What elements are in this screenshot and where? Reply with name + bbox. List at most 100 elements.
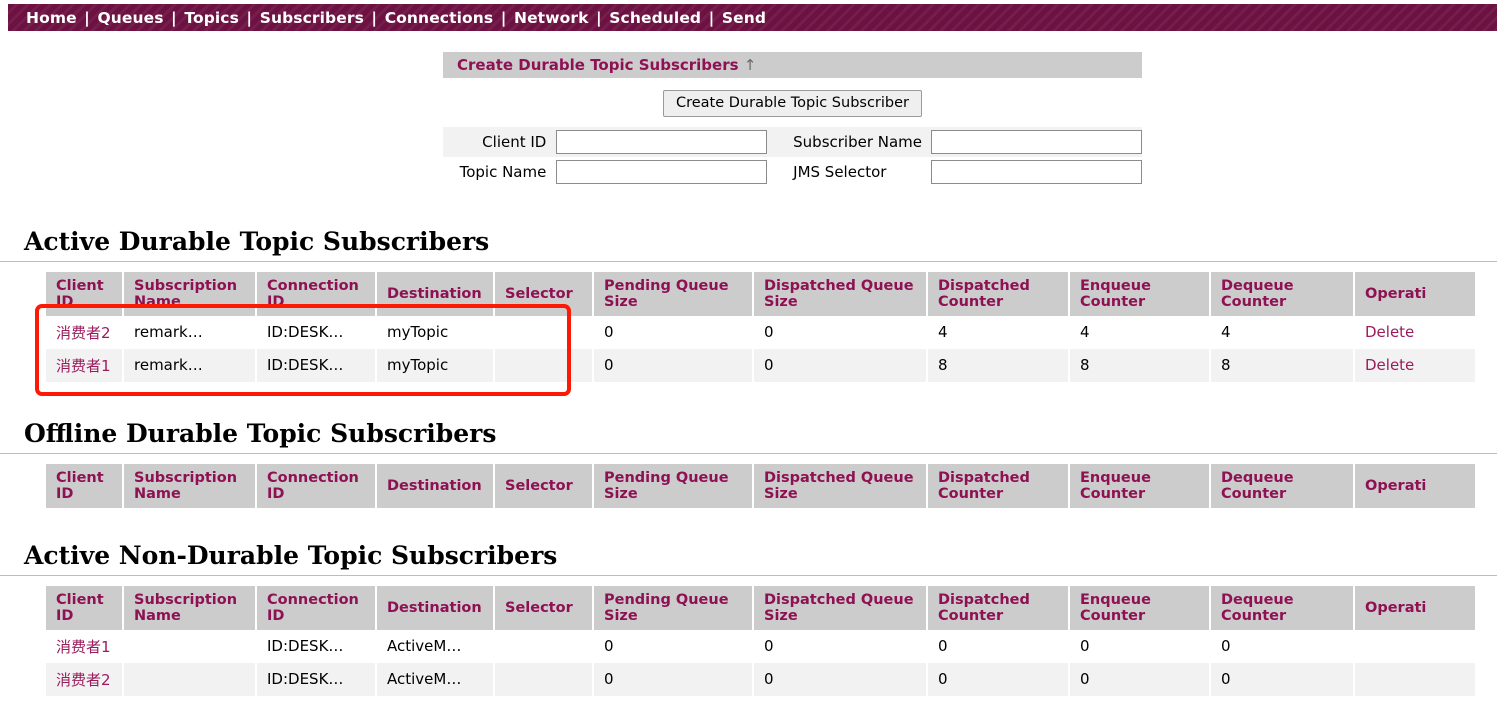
column-header-client-id: Client ID [46,585,122,630]
column-header-client-id: Client ID [46,463,122,508]
column-header-operation: Operati [1355,271,1475,316]
nav-link-scheduled[interactable]: Scheduled [609,9,701,27]
cell-destination: myTopic [377,348,493,382]
client-id-input[interactable] [556,130,768,154]
table-header-row: Client ID Subscription Name Connection ID D… [46,463,1475,508]
client-id-link[interactable]: 消费者2 [56,324,111,342]
cell-dispatched-counter: 0 [928,629,1068,663]
topic-name-field-cell [556,157,781,187]
nav-link-topics[interactable]: Topics [184,9,239,27]
active-durable-topic-subscribers-section: Active Durable Topic Subscribers Client I… [0,227,1497,382]
cell-enqueue-counter: 8 [1070,348,1209,382]
main-navigation-bar: Home | Queues | Topics | Subscribers | C… [8,4,1497,31]
column-header-connection-id: Connection ID [257,271,375,316]
nav-separator: | [365,8,383,27]
subscribers-table: Client ID Subscription Name Connection ID D… [44,271,1477,382]
cell-dispatched-queue-size: 0 [754,348,926,382]
cell-connection-id: ID:DESK… [257,629,375,663]
nav-link-connections[interactable]: Connections [385,9,494,27]
cell-operation: Delete [1355,348,1475,382]
client-id-link[interactable]: 消费者2 [56,671,111,689]
cell-dequeue-counter: 4 [1211,315,1353,349]
delete-link[interactable]: Delete [1365,323,1414,341]
subscriber-name-label: Subscriber Name [781,127,931,157]
cell-client-id: 消费者2 [46,662,122,696]
create-subscriber-form: Client ID Subscriber Name Topic Name JMS… [443,127,1142,187]
cell-selector [495,348,592,382]
cell-connection-id: ID:DESK… [257,348,375,382]
topic-name-label: Topic Name [459,163,547,181]
cell-client-id: 消费者2 [46,315,122,349]
collapse-up-arrow-icon[interactable]: ↑ [744,56,757,74]
subscriber-name-input[interactable] [931,130,1142,154]
cell-pending-queue-size: 0 [594,662,752,696]
column-header-destination: Destination [377,271,493,316]
nav-link-network[interactable]: Network [514,9,589,27]
jms-selector-field-cell [931,157,1142,187]
section-divider [0,260,1497,262]
column-header-subscription-name: Subscription Name [124,463,255,508]
nav-separator: | [590,8,608,27]
cell-client-id: 消费者1 [46,629,122,663]
nav-link-home[interactable]: Home [26,9,77,27]
client-id-link[interactable]: 消费者1 [56,357,111,375]
column-header-selector: Selector [495,271,592,316]
create-durable-topic-subscriber-button[interactable]: Create Durable Topic Subscriber [662,90,923,117]
client-id-field-cell [556,127,782,157]
cell-pending-queue-size: 0 [594,629,752,663]
subscribers-table: Client ID Subscription Name Connection ID D… [44,585,1477,696]
section-title: Active Durable Topic Subscribers [24,227,490,256]
create-panel-header[interactable]: Create Durable Topic Subscribers ↑ [443,52,1142,78]
column-header-dequeue-counter: Dequeue Counter [1211,585,1353,630]
jms-selector-label: JMS Selector [793,163,887,181]
table-header-row: Client ID Subscription Name Connection ID D… [46,271,1475,316]
column-header-dispatched-queue-size: Dispatched Queue Size [754,463,926,508]
nav-link-send[interactable]: Send [722,9,766,27]
column-header-destination: Destination [377,585,493,630]
cell-subscription-name: remark… [124,315,255,349]
delete-link[interactable]: Delete [1365,356,1414,374]
nav-link-subscribers[interactable]: Subscribers [260,9,364,27]
nav-link-queues[interactable]: Queues [97,9,163,27]
column-header-client-id: Client ID [46,271,122,316]
cell-connection-id: ID:DESK… [257,662,375,696]
create-panel-header-label: Create Durable Topic Subscribers [457,56,739,74]
cell-pending-queue-size: 0 [594,348,752,382]
cell-selector [495,662,592,696]
column-header-selector: Selector [495,463,592,508]
jms-selector-input[interactable] [931,160,1142,184]
column-header-connection-id: Connection ID [257,463,375,508]
nav-separator: | [78,8,96,27]
client-id-link[interactable]: 消费者1 [56,638,111,656]
cell-dispatched-queue-size: 0 [754,629,926,663]
cell-dequeue-counter: 0 [1211,629,1353,663]
section-title: Offline Durable Topic Subscribers [24,419,497,448]
column-header-pending-queue-size: Pending Queue Size [594,585,752,630]
subscriber-name-field-cell [931,127,1142,157]
section-title: Active Non-Durable Topic Subscribers [24,541,558,570]
cell-dispatched-counter: 8 [928,348,1068,382]
topic-name-input[interactable] [556,160,768,184]
section-divider [0,452,1497,454]
cell-dispatched-queue-size: 0 [754,315,926,349]
column-header-dispatched-counter: Dispatched Counter [928,585,1068,630]
cell-dispatched-counter: 0 [928,662,1068,696]
client-id-label: Client ID [443,127,557,157]
column-header-enqueue-counter: Enqueue Counter [1070,463,1209,508]
offline-durable-topic-subscribers-section: Offline Durable Topic Subscribers Client … [0,419,1497,508]
cell-connection-id: ID:DESK… [257,315,375,349]
cell-dispatched-counter: 4 [928,315,1068,349]
cell-selector [495,629,592,663]
cell-enqueue-counter: 0 [1070,662,1209,696]
cell-operation [1355,629,1475,663]
column-header-enqueue-counter: Enqueue Counter [1070,271,1209,316]
cell-operation: Delete [1355,315,1475,349]
form-row-2: Topic Name JMS Selector [443,157,1142,187]
column-header-dispatched-queue-size: Dispatched Queue Size [754,271,926,316]
column-header-dispatched-counter: Dispatched Counter [928,463,1068,508]
nav-separator: | [703,8,720,27]
form-row-1: Client ID Subscriber Name [443,127,1142,157]
section-divider [0,574,1497,576]
column-header-subscription-name: Subscription Name [124,271,255,316]
column-header-connection-id: Connection ID [257,585,375,630]
